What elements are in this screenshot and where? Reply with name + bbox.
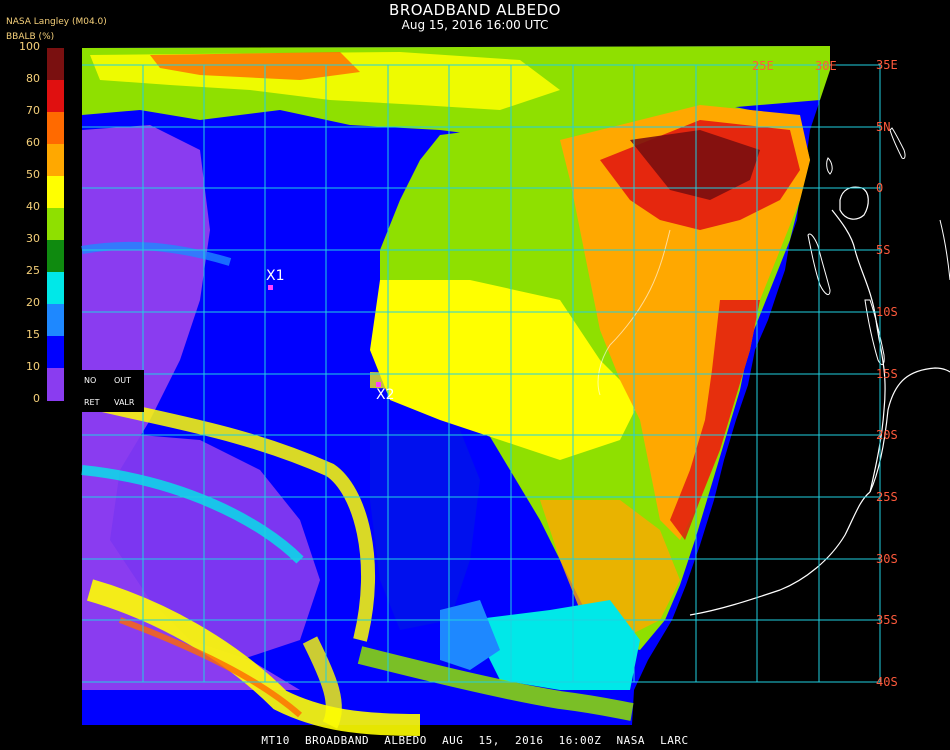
colorbar-tick: 100: [19, 40, 40, 53]
colorbar-bin: [47, 144, 64, 177]
marker-x2-dot: [376, 382, 381, 387]
legend-box: NO OUT RET VALR: [80, 370, 144, 412]
grid-label-right: 5S: [876, 243, 891, 257]
colorbar-bin: [47, 208, 64, 241]
colorbar-tick: 70: [26, 104, 40, 117]
lake-victoria-outline: [839, 186, 869, 220]
footer-source: NASA LARC: [616, 734, 689, 747]
lake-turkana-outline: [889, 127, 906, 159]
legend-out: OUT: [114, 376, 132, 385]
blue-region-center: [210, 130, 370, 360]
colorbar-tick: 25: [26, 264, 40, 277]
colorbar-bin: [47, 48, 64, 81]
colorbar-tick: 15: [26, 328, 40, 341]
grid-label-right: 40S: [876, 675, 898, 689]
legend-valr: VALR: [114, 398, 135, 407]
marker-x1-label: X1: [266, 268, 285, 284]
colorbar-bin: [47, 272, 64, 305]
colorbar-bin: [47, 368, 64, 401]
coastline-south-africa: [689, 491, 871, 616]
colorbar-bin: [47, 80, 64, 113]
producer-label: NASA Langley (M04.0): [6, 17, 107, 27]
map-title: BROADBAND ALBEDO: [389, 1, 561, 19]
grid-label-top: 30E: [815, 59, 837, 73]
legend-ret: RET: [84, 398, 100, 407]
footer-sensor: MT10: [261, 734, 290, 747]
footer-caption: MT10 BROADBAND ALBEDO AUG 15, 2016 16:00…: [0, 734, 950, 747]
colorbar-bin: [47, 336, 64, 369]
lake-small-1: [826, 157, 833, 175]
grid-label-right: 30S: [876, 552, 898, 566]
colorbar-tick: 0: [33, 392, 40, 405]
colorbar-tick: 30: [26, 232, 40, 245]
marker-x2: X2: [376, 387, 395, 403]
marker-x2-label: X2: [376, 387, 395, 403]
colorbar-bin: [47, 304, 64, 337]
colorbar-bin: [47, 240, 64, 273]
albedo-colorbar: [47, 48, 64, 401]
colorbar-tick: 40: [26, 200, 40, 213]
footer-datetime: AUG 15, 2016 16:00Z: [442, 734, 602, 747]
grid-label-right: 35S: [876, 613, 898, 627]
colorbar-tick: 20: [26, 296, 40, 309]
grid-label-right: 25S: [876, 490, 898, 504]
colorbar-bin: [47, 112, 64, 145]
colorbar-tick: 10: [26, 360, 40, 373]
grid-label-right: 35E: [876, 58, 898, 72]
colorbar-bin: [47, 176, 64, 209]
marker-x1-dot: [268, 285, 273, 290]
grid-label-right: 15S: [876, 367, 898, 381]
colorbar-tick: 60: [26, 136, 40, 149]
marker-x1: X1: [266, 268, 285, 284]
coastline-madagascar: [939, 219, 950, 281]
map-timestamp: Aug 15, 2016 16:00 UTC: [401, 18, 549, 32]
grid-label-top: 25E: [752, 59, 774, 73]
grid-label-right: 0: [876, 181, 884, 195]
footer-product: BROADBAND ALBEDO: [304, 734, 427, 747]
grid-label-right: 10S: [876, 305, 898, 319]
colorbar-tick: 50: [26, 168, 40, 181]
grid-label-right: 20S: [876, 428, 898, 442]
legend-no: NO: [84, 376, 97, 385]
colorbar-tick: 80: [26, 72, 40, 85]
grid-label-right: 5N: [876, 120, 891, 134]
